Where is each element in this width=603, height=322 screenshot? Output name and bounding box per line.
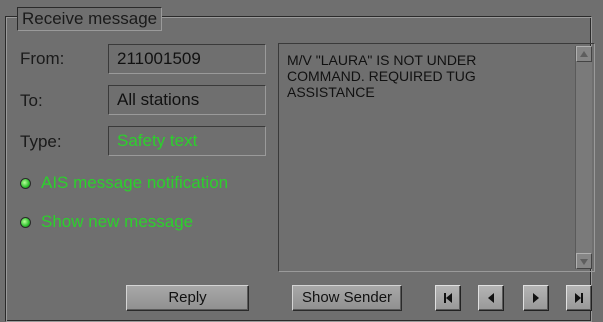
- message-text: M/V "LAURA" IS NOT UNDER COMMAND. REQUIR…: [287, 52, 477, 100]
- reply-button[interactable]: Reply: [126, 285, 249, 311]
- from-label: From:: [20, 49, 65, 68]
- scroll-down-button[interactable]: [576, 253, 592, 269]
- from-field: 211001509: [108, 44, 266, 74]
- last-icon: [575, 293, 583, 303]
- ais-notification-option[interactable]: AIS message notification: [20, 173, 228, 193]
- indicator-icon: [20, 216, 31, 228]
- type-field: Safety text: [108, 126, 266, 156]
- ais-notification-label: AIS message notification: [41, 173, 229, 192]
- type-label: Type:: [20, 132, 62, 151]
- first-icon: [444, 293, 452, 303]
- to-field: All stations: [108, 85, 266, 115]
- show-sender-button[interactable]: Show Sender: [292, 285, 402, 311]
- show-new-message-option[interactable]: Show new message: [20, 212, 193, 232]
- arrow-down-icon: [580, 259, 588, 265]
- scroll-up-button[interactable]: [576, 46, 592, 62]
- next-message-button[interactable]: [523, 285, 549, 311]
- group-title: Receive message: [17, 7, 163, 31]
- indicator-icon: [20, 177, 31, 189]
- vertical-scrollbar[interactable]: [575, 46, 592, 269]
- arrow-up-icon: [580, 51, 588, 57]
- previous-message-button[interactable]: [478, 285, 504, 311]
- first-message-button[interactable]: [435, 285, 461, 311]
- message-text-area[interactable]: M/V "LAURA" IS NOT UNDER COMMAND. REQUIR…: [278, 43, 595, 272]
- previous-icon: [488, 293, 494, 303]
- last-message-button[interactable]: [566, 285, 592, 311]
- next-icon: [533, 293, 539, 303]
- to-label: To:: [20, 91, 43, 110]
- show-new-message-label: Show new message: [41, 212, 194, 231]
